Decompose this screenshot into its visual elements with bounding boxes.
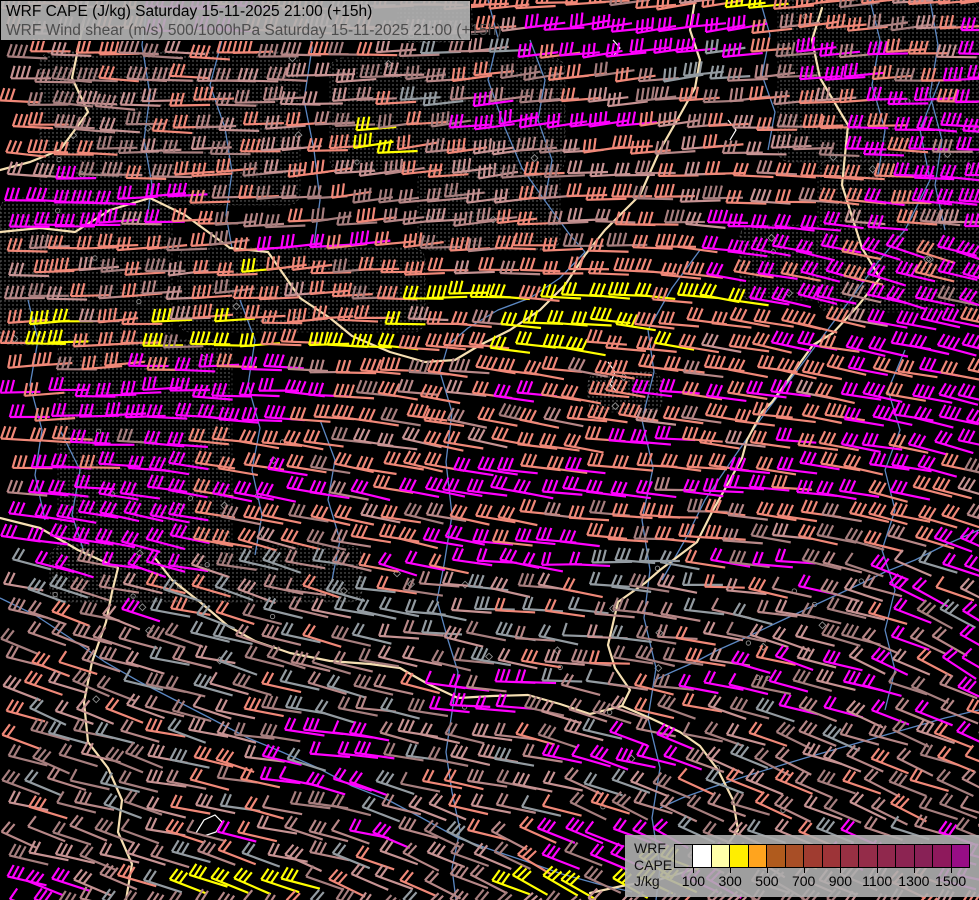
legend-label-900: 900 xyxy=(828,873,853,889)
legend-title-model: WRF xyxy=(634,840,666,856)
legend-color-box-1 xyxy=(693,845,712,867)
map-title-cape: WRF CAPE (J/kg) Saturday 15-11-2025 21:0… xyxy=(6,3,373,20)
legend-label-700: 700 xyxy=(791,873,816,889)
legend-color-scale xyxy=(674,844,970,868)
legend-color-box-7 xyxy=(804,845,823,867)
legend-color-box-13 xyxy=(914,845,934,867)
cape-legend: WRF CAPE J/kg 100 300 500 700 900 1100 1300 150… xyxy=(625,835,979,897)
legend-color-box-5 xyxy=(767,845,786,867)
legend-label-500: 500 xyxy=(755,873,779,889)
legend-color-box-14 xyxy=(933,845,952,867)
legend-color-box-15 xyxy=(951,845,969,867)
legend-title-unit: J/kg xyxy=(634,873,660,889)
legend-label-1300: 1300 xyxy=(898,873,930,889)
legend-label-100: 100 xyxy=(681,873,706,889)
title-panel: WRF CAPE (J/kg) Saturday 15-11-2025 21:0… xyxy=(0,0,502,41)
legend-color-box-6 xyxy=(785,845,805,867)
legend-color-box-4 xyxy=(748,845,768,867)
legend-color-box-10 xyxy=(859,845,878,867)
legend-color-box-11 xyxy=(877,845,897,867)
legend-color-box-9 xyxy=(840,845,860,867)
legend-color-box-8 xyxy=(822,845,841,867)
legend-title: WRF CAPE J/kg xyxy=(634,840,678,890)
map-title-shear: WRF Wind shear (m/s) 500/1000hPa Saturda… xyxy=(6,22,502,39)
legend-label-300: 300 xyxy=(718,873,742,889)
weather-map-screenshot: WRF CAPE (J/kg) Saturday 15-11-2025 21:0… xyxy=(0,0,979,900)
legend-label-1100: 1100 xyxy=(862,873,893,889)
legend-color-box-3 xyxy=(730,845,749,867)
legend-color-box-12 xyxy=(896,845,915,867)
legend-color-box-0 xyxy=(675,845,694,867)
legend-color-box-2 xyxy=(711,845,731,867)
weather-map xyxy=(0,0,979,900)
legend-title-variable: CAPE xyxy=(634,856,673,873)
legend-label-1500: 1500 xyxy=(935,873,967,889)
